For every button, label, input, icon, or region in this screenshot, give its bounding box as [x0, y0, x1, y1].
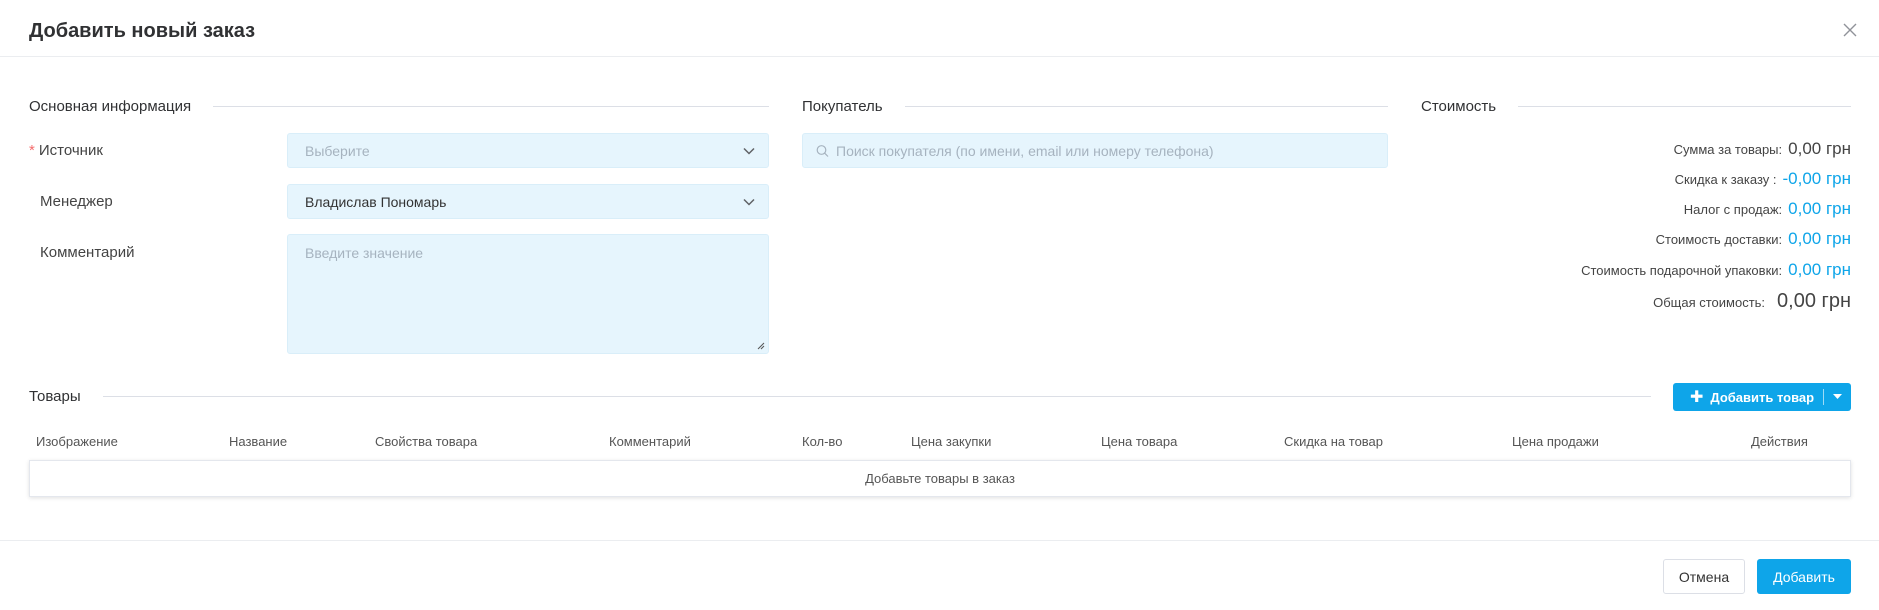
- source-label: * Источник: [29, 142, 103, 159]
- chevron-down-icon: [743, 198, 755, 206]
- cost-total-value: 0,00 грн: [1777, 290, 1851, 312]
- buyer-heading: Покупатель: [802, 96, 1388, 116]
- buyer-search-input[interactable]: Поиск покупателя (по имени, email или но…: [802, 133, 1388, 168]
- buyer-title: Покупатель: [802, 97, 883, 115]
- column-header-name: Название: [229, 434, 288, 449]
- comment-textarea[interactable]: Введите значение: [287, 234, 769, 354]
- cost-label: Скидка к заказу :: [1674, 172, 1777, 187]
- cost-heading: Стоимость: [1421, 96, 1851, 116]
- cost-row-goods: Сумма за товары: 0,00 грн: [1674, 139, 1851, 159]
- dialog-header: Добавить новый заказ: [0, 0, 1879, 57]
- caret-down-icon: [1833, 394, 1842, 399]
- add-product-dropdown[interactable]: [1824, 383, 1851, 411]
- products-table-empty: Добавьте товары в заказ: [29, 460, 1851, 497]
- empty-table-text: Добавьте товары в заказ: [865, 471, 1015, 486]
- add-product-button[interactable]: ✚ Добавить товар: [1673, 383, 1851, 411]
- cost-title: Стоимость: [1421, 97, 1497, 115]
- cost-row-total: Общая стоимость: 0,00 грн: [1653, 290, 1851, 313]
- add-product-main[interactable]: ✚ Добавить товар: [1673, 383, 1823, 411]
- resize-handle-icon[interactable]: [757, 342, 765, 350]
- manager-select[interactable]: Владислав Пономарь: [287, 184, 769, 219]
- chevron-down-icon: [743, 147, 755, 155]
- cost-value[interactable]: -0,00 грн: [1782, 169, 1851, 189]
- section-divider: [1518, 105, 1851, 107]
- column-header-quantity: Кол-во: [802, 434, 843, 449]
- cost-row-tax: Налог с продаж: 0,00 грн: [1684, 199, 1851, 219]
- cost-value: 0,00 грн: [1788, 139, 1851, 158]
- comment-placeholder: Введите значение: [305, 245, 424, 261]
- cost-value[interactable]: 0,00 грн: [1788, 199, 1851, 219]
- source-select[interactable]: Выберите: [287, 133, 769, 168]
- products-heading: Товары: [29, 386, 1651, 406]
- add-product-label: Добавить товар: [1710, 389, 1815, 405]
- manager-label: Менеджер: [40, 193, 113, 210]
- column-header-actions: Действия: [1751, 434, 1808, 449]
- basic-info-title: Основная информация: [29, 97, 192, 115]
- column-header-price: Цена товара: [1101, 434, 1178, 449]
- source-placeholder: Выберите: [305, 142, 370, 159]
- section-divider: [102, 395, 1651, 397]
- basic-info-heading: Основная информация: [29, 96, 769, 116]
- products-title: Товары: [29, 387, 81, 405]
- cost-row-gift-wrap: Стоимость подарочной упаковки: 0,00 грн: [1581, 260, 1851, 280]
- buyer-search-placeholder: Поиск покупателя (по имени, email или но…: [836, 142, 1214, 159]
- cost-label: Сумма за товары:: [1673, 142, 1783, 157]
- close-icon[interactable]: [1843, 23, 1857, 37]
- cost-label: Стоимость подарочной упаковки:: [1581, 263, 1783, 278]
- section-divider: [904, 105, 1388, 107]
- cost-label: Налог с продаж:: [1683, 202, 1783, 217]
- column-header-discount: Скидка на товар: [1284, 434, 1384, 449]
- cost-row-discount: Скидка к заказу : -0,00 грн: [1675, 169, 1851, 189]
- cost-value[interactable]: 0,00 грн: [1788, 260, 1851, 280]
- column-header-comment: Комментарий: [609, 434, 691, 449]
- section-divider: [213, 105, 769, 107]
- cost-label: Общая стоимость:: [1653, 295, 1766, 310]
- column-header-properties: Свойства товара: [375, 434, 478, 449]
- comment-label: Комментарий: [40, 244, 135, 261]
- plus-icon: ✚: [1690, 389, 1704, 406]
- search-icon: [816, 144, 829, 157]
- submit-button[interactable]: Добавить: [1757, 559, 1851, 594]
- source-label-text: Источник: [38, 142, 103, 159]
- footer-divider: [0, 540, 1879, 541]
- column-header-purchase-price: Цена закупки: [911, 434, 992, 449]
- required-mark: *: [29, 142, 35, 159]
- cost-row-delivery: Стоимость доставки: 0,00 грн: [1656, 229, 1851, 249]
- dialog-title: Добавить новый заказ: [29, 20, 256, 42]
- column-header-sale-price: Цена продажи: [1512, 434, 1599, 449]
- cost-label: Стоимость доставки:: [1655, 232, 1783, 247]
- cost-value[interactable]: 0,00 грн: [1788, 229, 1851, 249]
- manager-value: Владислав Пономарь: [305, 193, 447, 210]
- cancel-button[interactable]: Отмена: [1663, 559, 1745, 594]
- column-header-image: Изображение: [36, 434, 118, 449]
